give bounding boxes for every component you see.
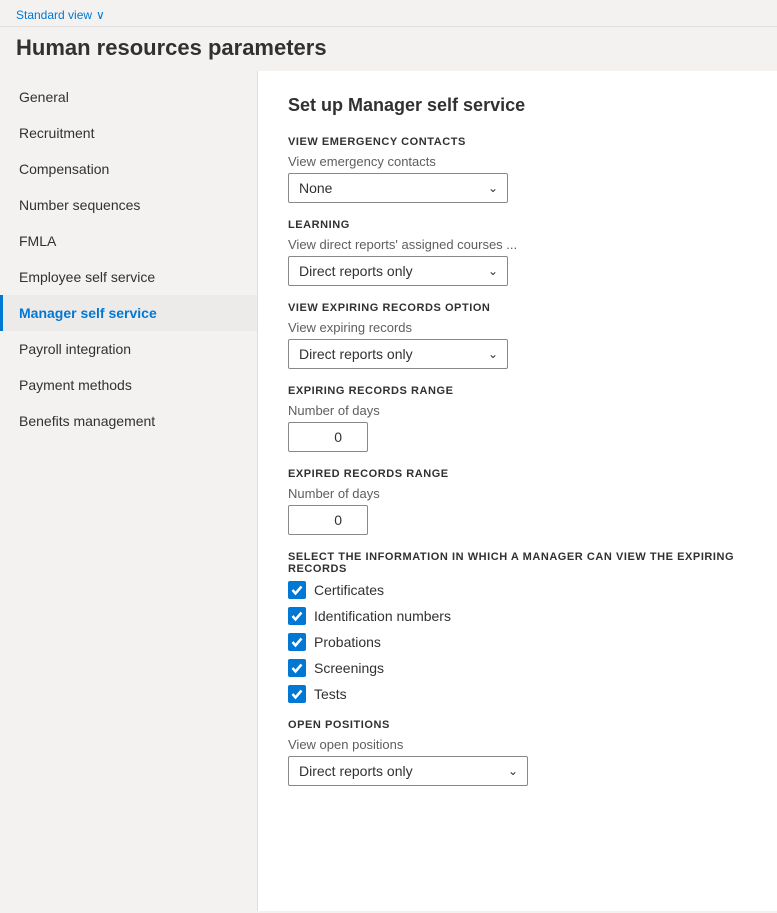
standard-view-dropdown[interactable]: Standard view ∨: [16, 8, 761, 22]
expired-range-section-label: EXPIRED RECORDS RANGE: [288, 468, 747, 480]
sidebar-item-fmla[interactable]: FMLA: [0, 223, 257, 259]
sidebar-item-compensation[interactable]: Compensation: [0, 151, 257, 187]
expired-range-section: EXPIRED RECORDS RANGE Number of days: [288, 468, 747, 535]
expiring-range-input[interactable]: [288, 422, 368, 452]
select-info-section-label: SELECT THE INFORMATION IN WHICH A MANAGE…: [288, 551, 747, 575]
identification-numbers-label: Identification numbers: [314, 608, 451, 624]
expiring-range-section-label: EXPIRING RECORDS RANGE: [288, 385, 747, 397]
expiring-range-field-label: Number of days: [288, 403, 747, 418]
screenings-checkbox[interactable]: [288, 659, 306, 677]
tests-label: Tests: [314, 686, 347, 702]
standard-view-label: Standard view: [16, 8, 92, 22]
sidebar-item-employee-self-service[interactable]: Employee self service: [0, 259, 257, 295]
learning-select-wrapper: None Direct reports only All reports ⌄: [288, 256, 508, 286]
checkbox-group-screenings: Screenings: [288, 659, 747, 677]
expiring-records-select[interactable]: None Direct reports only All reports: [288, 339, 508, 369]
expiring-records-field-label: View expiring records: [288, 320, 747, 335]
certificates-label: Certificates: [314, 582, 384, 598]
page-title: Human resources parameters: [0, 27, 777, 71]
content-area: Set up Manager self service VIEW EMERGEN…: [258, 71, 777, 911]
probations-checkbox[interactable]: [288, 633, 306, 651]
select-info-section: SELECT THE INFORMATION IN WHICH A MANAGE…: [288, 551, 747, 703]
checkbox-group-tests: Tests: [288, 685, 747, 703]
emergency-contacts-select[interactable]: None Direct reports only All reports: [288, 173, 508, 203]
open-positions-select[interactable]: None Direct reports only All reports: [288, 756, 528, 786]
identification-numbers-checkbox[interactable]: [288, 607, 306, 625]
expiring-records-section-label: VIEW EXPIRING RECORDS OPTION: [288, 302, 747, 314]
expiring-range-section: EXPIRING RECORDS RANGE Number of days: [288, 385, 747, 452]
expired-range-input[interactable]: [288, 505, 368, 535]
sidebar-item-recruitment[interactable]: Recruitment: [0, 115, 257, 151]
sidebar-item-manager-self-service[interactable]: Manager self service: [0, 295, 257, 331]
sidebar: General Recruitment Compensation Number …: [0, 71, 258, 911]
expired-range-field-label: Number of days: [288, 486, 747, 501]
sidebar-item-payroll-integration[interactable]: Payroll integration: [0, 331, 257, 367]
open-positions-field-label: View open positions: [288, 737, 747, 752]
expiring-records-section: VIEW EXPIRING RECORDS OPTION View expiri…: [288, 302, 747, 369]
learning-select[interactable]: None Direct reports only All reports: [288, 256, 508, 286]
sidebar-item-general[interactable]: General: [0, 79, 257, 115]
emergency-contacts-section-label: VIEW EMERGENCY CONTACTS: [288, 136, 747, 148]
checkbox-group-certificates: Certificates: [288, 581, 747, 599]
emergency-contacts-field-label: View emergency contacts: [288, 154, 747, 169]
learning-field-label: View direct reports' assigned courses ..…: [288, 237, 747, 252]
sidebar-item-payment-methods[interactable]: Payment methods: [0, 367, 257, 403]
open-positions-section: OPEN POSITIONS View open positions None …: [288, 719, 747, 786]
screenings-label: Screenings: [314, 660, 384, 676]
open-positions-select-wrapper: None Direct reports only All reports ⌄: [288, 756, 528, 786]
chevron-down-icon: ∨: [96, 8, 105, 22]
emergency-contacts-select-wrapper: None Direct reports only All reports ⌄: [288, 173, 508, 203]
sidebar-item-number-sequences[interactable]: Number sequences: [0, 187, 257, 223]
expiring-records-select-wrapper: None Direct reports only All reports ⌄: [288, 339, 508, 369]
checkbox-group-probations: Probations: [288, 633, 747, 651]
checkbox-group-identification-numbers: Identification numbers: [288, 607, 747, 625]
content-section-title: Set up Manager self service: [288, 95, 747, 116]
tests-checkbox[interactable]: [288, 685, 306, 703]
emergency-contacts-section: VIEW EMERGENCY CONTACTS View emergency c…: [288, 136, 747, 203]
learning-section: LEARNING View direct reports' assigned c…: [288, 219, 747, 286]
learning-section-label: LEARNING: [288, 219, 747, 231]
certificates-checkbox[interactable]: [288, 581, 306, 599]
probations-label: Probations: [314, 634, 381, 650]
sidebar-item-benefits-management[interactable]: Benefits management: [0, 403, 257, 439]
open-positions-section-label: OPEN POSITIONS: [288, 719, 747, 731]
